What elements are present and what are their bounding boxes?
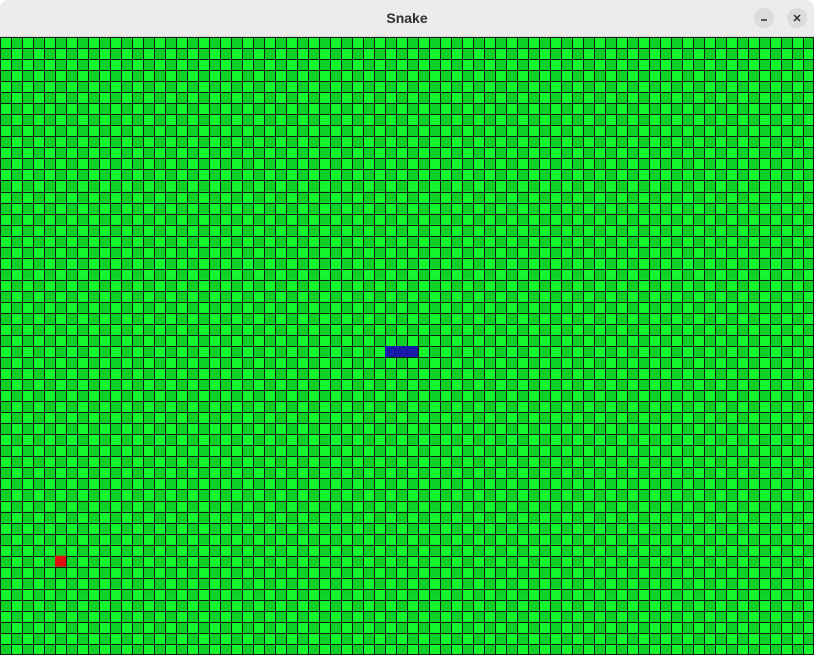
game-board[interactable] xyxy=(0,37,814,655)
title-bar[interactable]: Snake xyxy=(0,0,814,37)
game-window: Snake xyxy=(0,0,814,655)
snake-segment xyxy=(407,346,418,358)
snake-segment xyxy=(396,346,407,358)
food-pellet xyxy=(55,555,66,567)
close-button[interactable] xyxy=(787,8,807,28)
minimize-button[interactable] xyxy=(754,8,774,28)
window-title: Snake xyxy=(386,10,428,26)
snake-segment xyxy=(385,346,396,358)
board-canvas xyxy=(0,37,814,655)
close-icon xyxy=(793,14,801,22)
minimize-icon xyxy=(761,19,767,21)
